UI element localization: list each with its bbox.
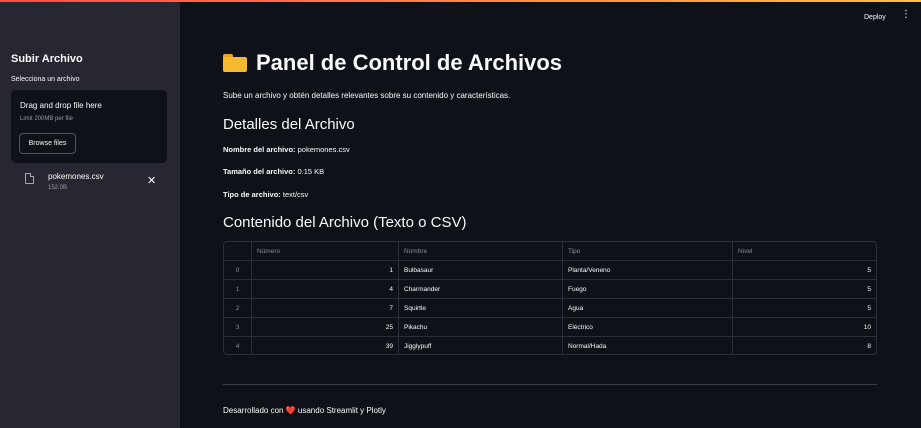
divider [223,384,877,385]
table-cell[interactable]: Agua [563,299,733,318]
row-index: 1 [224,280,252,299]
detail-file-type: Tipo de archivo: text/csv [223,190,308,199]
table-cell[interactable]: Bulbasaur [399,261,563,280]
close-icon[interactable]: ✕ [147,174,156,187]
data-table[interactable]: Número Nombre Tipo Nivel 0 1 Bulbasaur P… [223,241,877,355]
uploaded-file-size: 152.0B [48,185,68,191]
row-index: 3 [224,318,252,337]
table-cell[interactable]: Eléctrico [563,318,733,337]
dropzone-limit: Limit 200MB per file [20,116,74,122]
table-cell[interactable]: 5 [733,299,876,318]
browse-files-button[interactable]: Browse files [19,133,76,154]
table-cell[interactable]: Jigglypuff [399,337,563,354]
row-index: 0 [224,261,252,280]
table-cell[interactable]: Charmander [399,280,563,299]
column-header-nombre[interactable]: Nombre [399,242,563,261]
table-cell[interactable]: Normal/Hada [563,337,733,354]
page-title: Panel de Control de Archivos [223,50,562,76]
uploaded-file-name: pokemones.csv [48,172,104,181]
file-dropzone[interactable]: Drag and drop file here Limit 200MB per … [11,90,167,163]
footer-suffix: usando Streamlit y Plotly [295,406,386,415]
footer-prefix: Desarrollado con [223,406,286,415]
table-cell[interactable]: 5 [733,261,876,280]
page-description: Sube un archivo y obtén detalles relevan… [223,91,511,100]
detail-value: pokemones.csv [295,145,350,154]
detail-file-size: Tamaño del archivo: 0.15 KB [223,167,324,176]
file-icon [25,173,34,184]
table-header: Número Nombre Tipo Nivel [224,242,876,261]
sidebar-title: Subir Archivo [11,53,83,65]
table-cell[interactable]: 25 [252,318,399,337]
dropzone-title: Drag and drop file here [20,101,102,110]
table-cell[interactable]: 7 [252,299,399,318]
table-cell[interactable]: Planta/Veneno [563,261,733,280]
table-cell[interactable]: 10 [733,318,876,337]
details-heading: Detalles del Archivo [223,116,355,133]
table-cell[interactable]: 1 [252,261,399,280]
table-cell[interactable]: 39 [252,337,399,354]
uploaded-file-item: pokemones.csv 152.0B ✕ [11,169,167,195]
table-row: 3 25 Pikachu Eléctrico 10 [224,318,876,337]
column-header-tipo[interactable]: Tipo [563,242,733,261]
uploader-label: Selecciona un archivo [11,76,80,83]
column-header-nivel[interactable]: Nivel [733,242,876,261]
table-cell[interactable]: Fuego [563,280,733,299]
table-row: 2 7 Squirtle Agua 5 [224,299,876,318]
table-cell[interactable]: 5 [733,280,876,299]
kebab-menu-icon[interactable]: ⋮ [901,10,911,20]
detail-file-name: Nombre del archivo: pokemones.csv [223,145,350,154]
main-content: Panel de Control de Archivos Sube un arc… [223,0,878,428]
table-row: 1 4 Charmander Fuego 5 [224,280,876,299]
page-title-text: Panel de Control de Archivos [256,50,563,75]
table-cell[interactable]: 4 [252,280,399,299]
column-header-numero[interactable]: Número [252,242,399,261]
heart-icon: ❤️ [285,406,296,415]
row-index: 4 [224,337,252,354]
table-cell[interactable]: 8 [733,337,876,354]
detail-label: Tamaño del archivo: [223,167,296,176]
footer-text: Desarrollado con ❤️ usando Streamlit y P… [223,406,386,415]
detail-value: text/csv [280,190,309,199]
row-index: 2 [224,299,252,318]
table-row: 4 39 Jigglypuff Normal/Hada 8 [224,337,876,354]
table-cell[interactable]: Pikachu [399,318,563,337]
detail-label: Tipo de archivo: [223,190,281,199]
detail-label: Nombre del archivo: [223,145,296,154]
content-heading: Contenido del Archivo (Texto o CSV) [223,214,467,231]
detail-value: 0.15 KB [295,167,325,176]
column-header-index[interactable] [224,242,252,261]
table-row: 0 1 Bulbasaur Planta/Veneno 5 [224,261,876,280]
sidebar: Subir Archivo Selecciona un archivo Drag… [0,2,180,428]
folder-icon [223,54,247,72]
table-cell[interactable]: Squirtle [399,299,563,318]
